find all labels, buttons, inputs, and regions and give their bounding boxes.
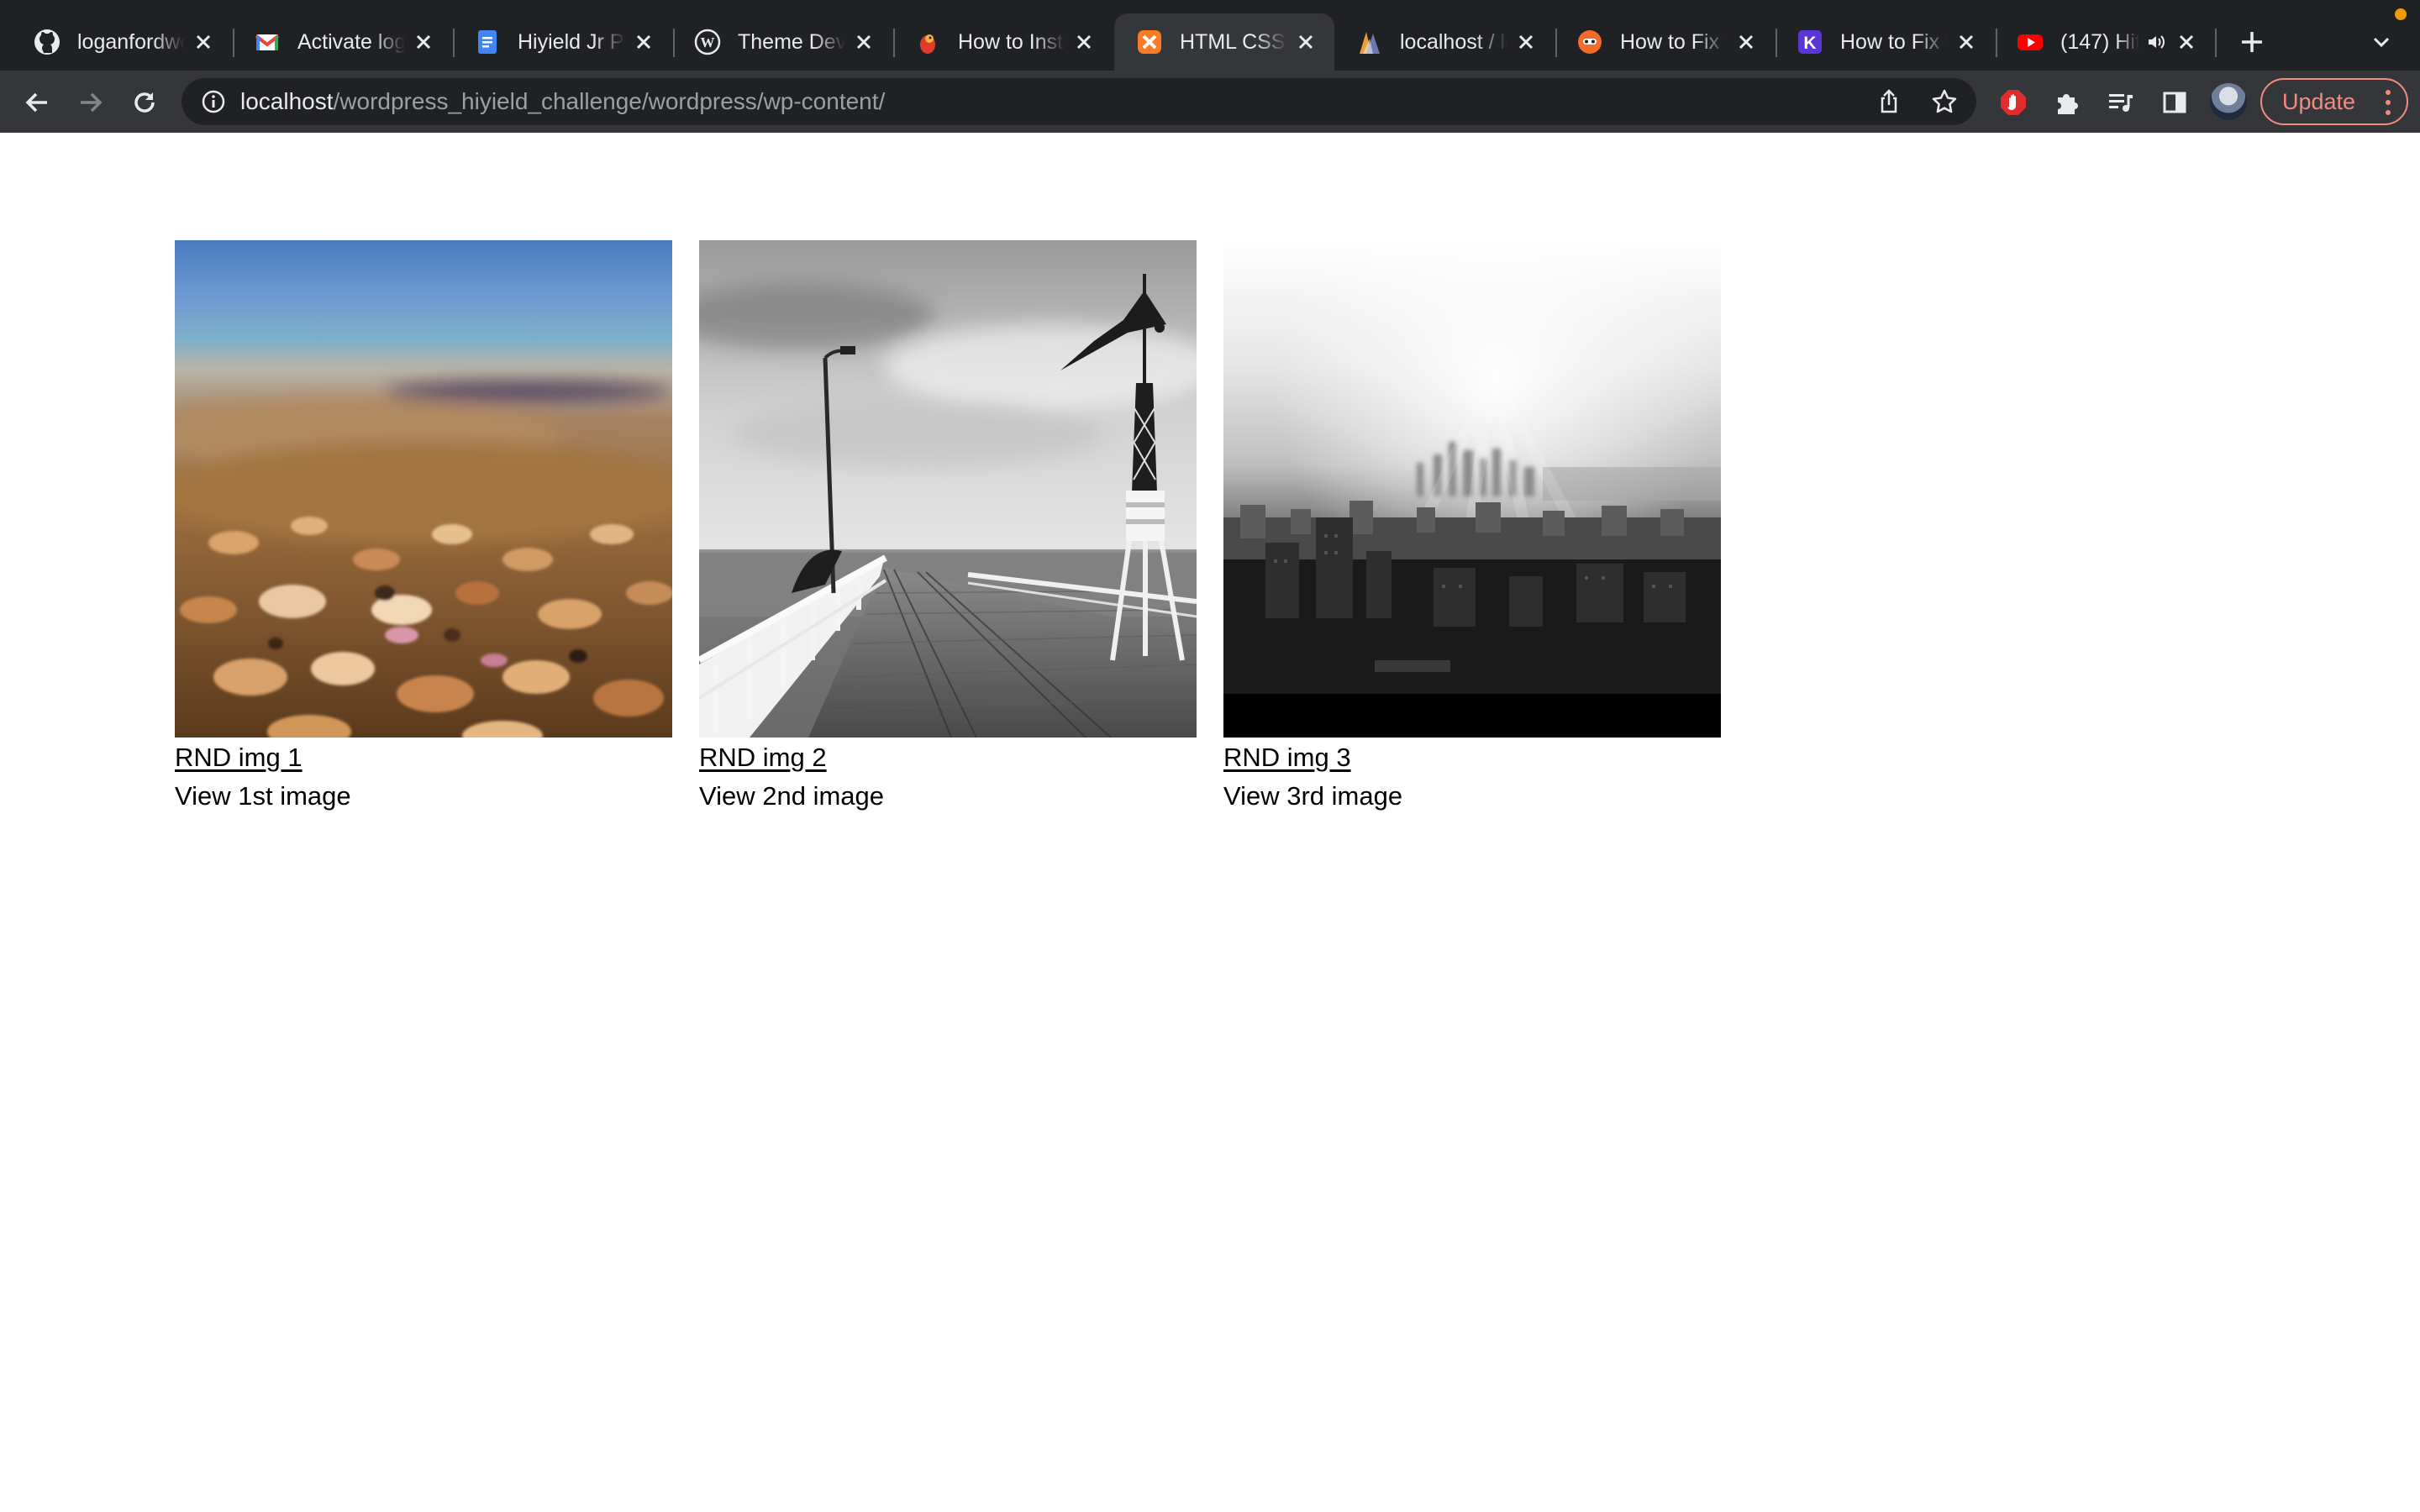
url-path: /wordpress_hiyield_challenge/wordpress/w…: [333, 88, 886, 114]
close-icon[interactable]: [1734, 30, 1758, 54]
image-link[interactable]: RND img 3: [1223, 743, 1351, 773]
reload-button[interactable]: [128, 86, 161, 119]
close-icon[interactable]: [1954, 30, 1978, 54]
tab-github[interactable]: loganfordweb: [12, 13, 232, 71]
more-vertical-icon[interactable]: [2385, 90, 2391, 115]
github-icon: [34, 29, 60, 55]
close-icon[interactable]: [1072, 30, 1096, 54]
tab-title: loganfordweb: [77, 29, 185, 54]
chevron-down-icon[interactable]: [2366, 27, 2396, 57]
gallery-card: RND img 1 View 1st image: [175, 240, 672, 811]
browser-chrome: loganfordweb Activate logan Hiyield Jr P…: [0, 0, 2420, 133]
notification-dot: [2395, 8, 2407, 20]
tab-how-to-install[interactable]: How to Install: [892, 13, 1113, 71]
image-link[interactable]: RND img 1: [175, 743, 302, 773]
tab-wordpress[interactable]: W Theme Development: [672, 13, 892, 71]
address-bar[interactable]: localhost/wordpress_hiyield_challenge/wo…: [182, 78, 1976, 125]
gallery-card: RND img 3 View 3rd image: [1223, 240, 1721, 811]
tab-title: Activate logan: [297, 29, 405, 54]
extensions-puzzle-icon[interactable]: [2050, 86, 2084, 119]
image-link[interactable]: RND img 2: [699, 743, 827, 773]
close-icon[interactable]: [1294, 30, 1318, 54]
tab-title: HTML CSS JS: [1180, 29, 1287, 54]
tab-title: Hiyield Jr Project: [518, 29, 625, 54]
youtube-icon: [2017, 29, 2044, 55]
beach-seashells-photo[interactable]: [175, 240, 672, 738]
share-icon[interactable]: [1874, 87, 1904, 117]
tab-gmail[interactable]: Activate logan: [232, 13, 452, 71]
url-host: localhost: [240, 88, 334, 114]
kinsta-icon: K: [1797, 29, 1823, 55]
tab-title: Theme Development: [738, 29, 845, 54]
star-icon[interactable]: [1929, 87, 1960, 117]
image-caption: View 3rd image: [1223, 781, 1403, 811]
update-label: Update: [2282, 88, 2356, 114]
gmail-icon: [254, 29, 281, 55]
tab-title: localhost / localhost: [1400, 29, 1507, 54]
close-icon[interactable]: [192, 30, 215, 54]
bird-icon: [914, 29, 941, 55]
tab-youtube[interactable]: (147) Hit: [1995, 13, 2215, 71]
update-button[interactable]: Update: [2260, 78, 2408, 125]
tab-title: How to Fix The: [1620, 29, 1728, 54]
info-icon[interactable]: [200, 88, 227, 115]
speaker-icon[interactable]: [2144, 30, 2168, 54]
tab-title: How to Install: [958, 29, 1065, 54]
close-icon[interactable]: [852, 30, 876, 54]
media-queue-icon[interactable]: [2104, 86, 2138, 119]
image-caption: View 2nd image: [699, 781, 885, 811]
tab-title: (147) Hit: [2060, 29, 2139, 54]
phpmyadmin-icon: [1356, 29, 1383, 55]
url-text[interactable]: localhost/wordpress_hiyield_challenge/wo…: [240, 88, 885, 115]
tab-google-docs[interactable]: Hiyield Jr Project: [452, 13, 672, 71]
tab-how-to-fix-1[interactable]: How to Fix The: [1555, 13, 1775, 71]
gallery-card: RND img 2 View 2nd image: [699, 240, 1197, 811]
tab-how-to-fix-2[interactable]: K How to Fix the: [1775, 13, 1995, 71]
tab-title: How to Fix the: [1840, 29, 1948, 54]
image-caption: View 1st image: [175, 781, 351, 811]
back-button[interactable]: [20, 86, 54, 119]
toolbar: localhost/wordpress_hiyield_challenge/wo…: [0, 71, 2420, 133]
tab-html-css-js[interactable]: HTML CSS JS: [1114, 13, 1334, 71]
wordpress-icon: W: [694, 29, 721, 55]
city-skyline-bw-photo[interactable]: [1223, 240, 1721, 738]
svg-text:K: K: [1803, 34, 1816, 53]
close-icon[interactable]: [1514, 30, 1538, 54]
tab-strip: loganfordweb Activate logan Hiyield Jr P…: [0, 0, 2420, 71]
tab-phpmyadmin[interactable]: localhost / localhost: [1334, 13, 1555, 71]
page-content: RND img 1 View 1st image RND img 2 View …: [0, 133, 2420, 1512]
adblock-extension-icon[interactable]: [1996, 86, 2030, 119]
orange-mascot-icon: [1576, 29, 1603, 55]
side-panel-icon[interactable]: [2158, 86, 2191, 119]
tab-separator: [2215, 29, 2217, 57]
avatar[interactable]: [2210, 83, 2247, 120]
svg-text:W: W: [701, 34, 715, 50]
close-icon[interactable]: [2175, 30, 2198, 54]
pier-lighthouse-bw-photo[interactable]: [699, 240, 1197, 738]
close-icon[interactable]: [412, 30, 435, 54]
google-docs-icon: [474, 29, 501, 55]
close-icon[interactable]: [632, 30, 655, 54]
forward-button[interactable]: [74, 86, 108, 119]
new-tab-button[interactable]: [2235, 25, 2269, 59]
xampp-icon: [1136, 29, 1163, 55]
